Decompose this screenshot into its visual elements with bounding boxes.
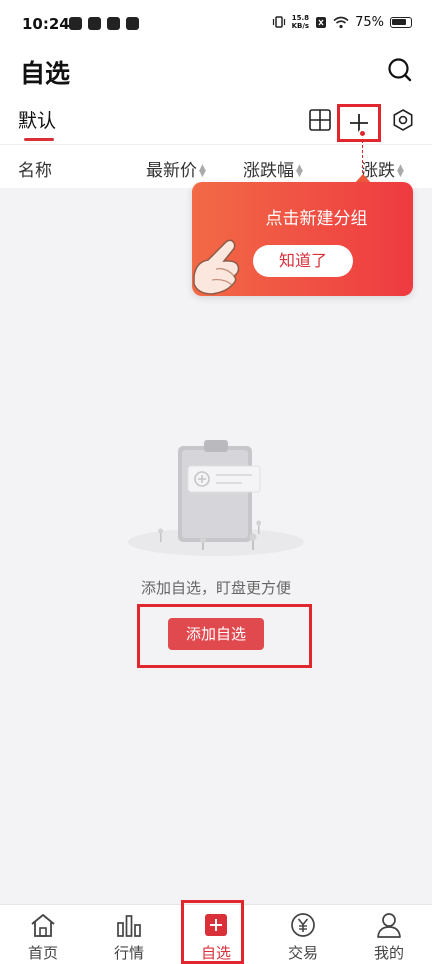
bar-chart-icon <box>117 915 141 937</box>
tooltip-confirm-button[interactable]: 知道了 <box>253 245 353 277</box>
battery-percent: 75% <box>355 14 384 30</box>
nav-label-home: 首页 <box>27 944 58 962</box>
sort-icon: ▲ ▼ <box>397 163 404 179</box>
battery-icon <box>390 16 412 28</box>
notification-icons <box>69 17 139 30</box>
nav-item-me[interactable]: 我的 <box>359 905 419 964</box>
empty-state-message: 添加自选，盯盘更方便 <box>140 579 291 597</box>
page-title: 自选 <box>20 59 71 88</box>
tooltip-anchor-dot <box>358 129 367 138</box>
mail-app-icon <box>69 17 82 30</box>
status-time: 10:24 <box>22 15 70 33</box>
status-right: 15.8 KB/s 75% <box>272 14 412 30</box>
wifi-icon <box>333 16 349 28</box>
empty-clipboard-illustration <box>128 440 304 556</box>
settings-icon[interactable] <box>391 108 415 132</box>
add-watchlist-button[interactable]: 添加自选 <box>168 618 264 650</box>
new-group-tooltip: 点击新建分组 知道了 <box>192 182 413 296</box>
active-tab-indicator <box>24 138 54 141</box>
link-app-icon <box>88 17 101 30</box>
vibrate-icon <box>272 16 285 28</box>
group-tab-bar: 默认 <box>0 96 432 144</box>
column-change-percent[interactable]: 涨跌幅 ▲ ▼ <box>243 156 303 181</box>
column-name: 名称 <box>18 161 52 181</box>
nav-item-home[interactable]: 首页 <box>13 905 73 964</box>
grid-view-icon[interactable] <box>308 108 332 132</box>
pointing-hand-icon <box>193 239 240 295</box>
tiktok-app-icon <box>126 17 139 30</box>
status-bar: 10:24 15.8 KB/s 75% <box>0 0 432 48</box>
tab-default-group[interactable]: 默认 <box>18 106 56 133</box>
net-speed-value: 15.8 <box>291 14 309 22</box>
nav-label-market: 行情 <box>113 944 144 962</box>
column-change-percent-label: 涨跌幅 <box>243 161 294 181</box>
nav-item-market[interactable]: 行情 <box>99 905 159 964</box>
tooltip-text: 点击新建分组 <box>265 209 368 229</box>
watchlist-nav-highlight <box>181 900 244 964</box>
sort-icon: ▲ ▼ <box>296 163 303 179</box>
home-icon <box>31 914 55 937</box>
nav-item-trade[interactable]: 交易 <box>273 905 333 964</box>
sort-icon: ▲ ▼ <box>199 163 206 179</box>
nav-label-trade: 交易 <box>287 944 318 962</box>
yen-coin-icon <box>291 913 315 937</box>
shop-app-icon <box>107 17 120 30</box>
column-latest-price[interactable]: 最新价 ▲ ▼ <box>146 156 206 181</box>
net-speed-unit: KB/s <box>291 22 310 30</box>
column-latest-price-label: 最新价 <box>146 161 197 181</box>
nav-label-me: 我的 <box>373 944 404 962</box>
net-speed: 15.8 KB/s <box>292 14 309 30</box>
person-icon <box>377 913 401 938</box>
app-header: 自选 <box>0 48 432 96</box>
search-icon[interactable] <box>386 56 414 84</box>
sim-x-icon <box>316 16 327 28</box>
